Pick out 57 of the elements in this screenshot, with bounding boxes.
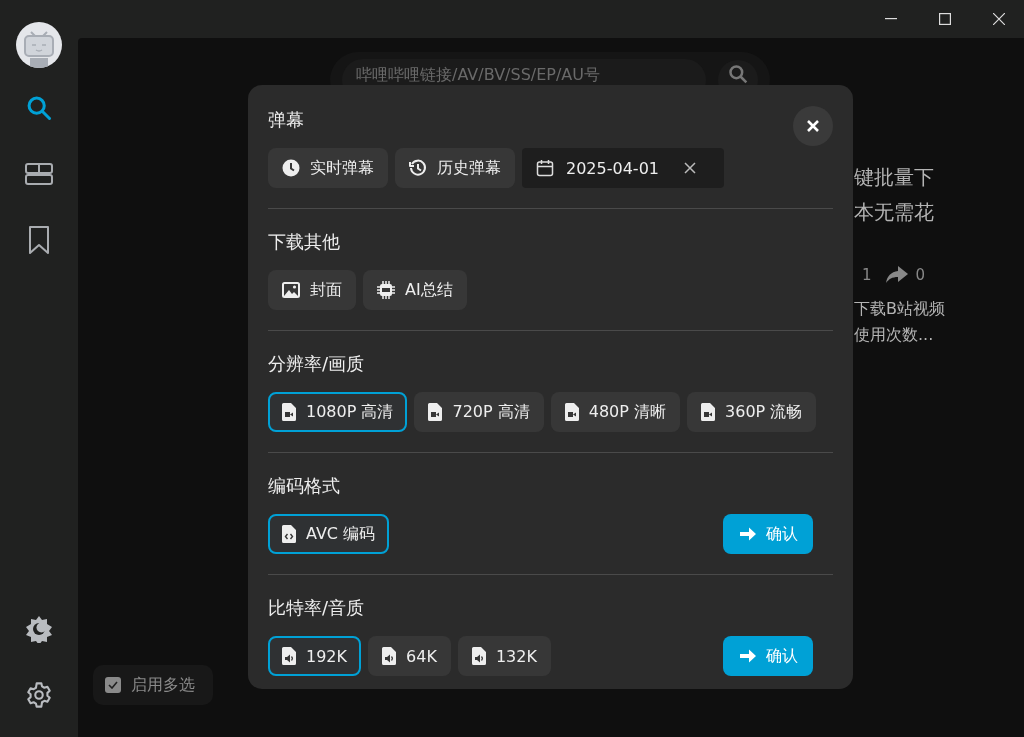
maximize-icon	[939, 13, 951, 25]
share-icon	[885, 266, 908, 284]
multi-select-toggle[interactable]: 启用多选	[93, 665, 213, 705]
section-title: 下载其他	[268, 230, 340, 254]
option-chip[interactable]: 1080P 高清	[268, 392, 408, 432]
image-icon	[282, 282, 300, 298]
option-chip[interactable]: AI总结	[363, 270, 467, 310]
checkbox[interactable]	[105, 677, 121, 693]
video-file-icon	[701, 403, 715, 421]
arrow-right-icon	[738, 526, 757, 542]
option-chip[interactable]: 192K	[268, 636, 362, 676]
video-file-icon	[428, 403, 443, 421]
option-chip[interactable]: 封面	[268, 270, 356, 310]
avatar[interactable]	[16, 22, 62, 68]
clear-icon[interactable]	[684, 162, 696, 174]
close-button[interactable]	[793, 106, 833, 146]
audio-file-icon	[382, 647, 397, 665]
video-title: 键批量下	[854, 164, 935, 191]
bookmark-icon	[28, 226, 50, 254]
close-icon	[993, 13, 1005, 25]
option-chip[interactable]: 历史弹幕	[395, 148, 515, 188]
video-title: 本无需花	[854, 199, 935, 226]
ai-chip-icon	[377, 281, 395, 299]
like-count: 1	[862, 266, 872, 284]
close-icon	[807, 120, 819, 132]
clock-icon	[282, 159, 300, 177]
option-chip[interactable]: 132K	[457, 636, 551, 676]
option-chip[interactable]: 64K	[368, 636, 451, 676]
settings-icon	[25, 681, 53, 709]
option-chip[interactable]: 720P 高清	[414, 392, 544, 432]
check-icon	[108, 681, 118, 689]
option-chip[interactable]: 480P 清晰	[550, 392, 680, 432]
section-title: 编码格式	[268, 474, 340, 498]
option-chip[interactable]: 实时弹幕	[268, 148, 388, 188]
multi-select-label: 启用多选	[131, 674, 195, 696]
share-count: 0	[915, 266, 926, 284]
minimize-icon	[885, 18, 897, 20]
video-file-icon	[282, 403, 296, 421]
video-description: 使用次数...	[854, 324, 935, 346]
section-title: 分辨率/画质	[268, 352, 365, 376]
sun-moon-icon	[25, 615, 53, 643]
search-icon	[25, 94, 53, 122]
code-file-icon	[282, 525, 296, 543]
option-chip[interactable]: 360P 流畅	[687, 392, 817, 432]
audio-file-icon	[282, 647, 296, 665]
date-field[interactable]: 2025-04-01	[522, 148, 724, 188]
audio-file-icon	[471, 647, 486, 665]
option-chip[interactable]: AVC 编码	[268, 514, 390, 554]
calendar-icon	[536, 159, 554, 177]
video-file-icon	[564, 403, 579, 421]
history-icon	[409, 159, 427, 177]
layout-icon	[25, 163, 53, 185]
arrow-right-icon	[738, 648, 757, 664]
section-title: 弹幕	[268, 108, 304, 132]
section-title: 比特率/音质	[268, 596, 365, 620]
video-description: 下载B站视频	[854, 298, 946, 320]
search-icon	[728, 64, 748, 84]
